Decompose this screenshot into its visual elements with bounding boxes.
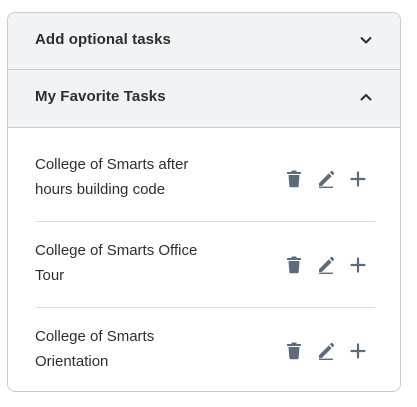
pencil-icon[interactable]	[316, 169, 336, 189]
list-item: College of Smarts Office Tour	[35, 222, 375, 308]
task-actions	[284, 255, 368, 275]
favorite-task-list: College of Smarts after hours building c…	[8, 128, 400, 391]
list-item: College of Smarts after hours building c…	[35, 128, 375, 222]
task-actions	[284, 169, 368, 189]
pencil-icon[interactable]	[316, 341, 336, 361]
chevron-down-icon[interactable]	[358, 32, 374, 48]
pencil-icon[interactable]	[316, 255, 336, 275]
trash-icon[interactable]	[284, 169, 304, 189]
list-item: College of Smarts Orientation	[35, 308, 375, 391]
chevron-up-icon[interactable]	[358, 89, 374, 105]
plus-icon[interactable]	[348, 255, 368, 275]
task-name: College of Smarts Orientation	[35, 328, 155, 370]
plus-icon[interactable]	[348, 169, 368, 189]
my-favorite-tasks-title: My Favorite Tasks	[35, 88, 166, 105]
task-name: College of Smarts after hours building c…	[35, 156, 189, 198]
trash-icon[interactable]	[284, 341, 304, 361]
tasks-panel: Add optional tasks My Favorite Tasks Col…	[7, 12, 401, 392]
trash-icon[interactable]	[284, 255, 304, 275]
add-optional-tasks-title: Add optional tasks	[35, 31, 171, 48]
task-actions	[284, 341, 368, 361]
task-name: College of Smarts Office Tour	[35, 242, 198, 284]
add-optional-tasks-header[interactable]: Add optional tasks	[8, 13, 400, 70]
plus-icon[interactable]	[348, 341, 368, 361]
my-favorite-tasks-header[interactable]: My Favorite Tasks	[8, 70, 400, 128]
